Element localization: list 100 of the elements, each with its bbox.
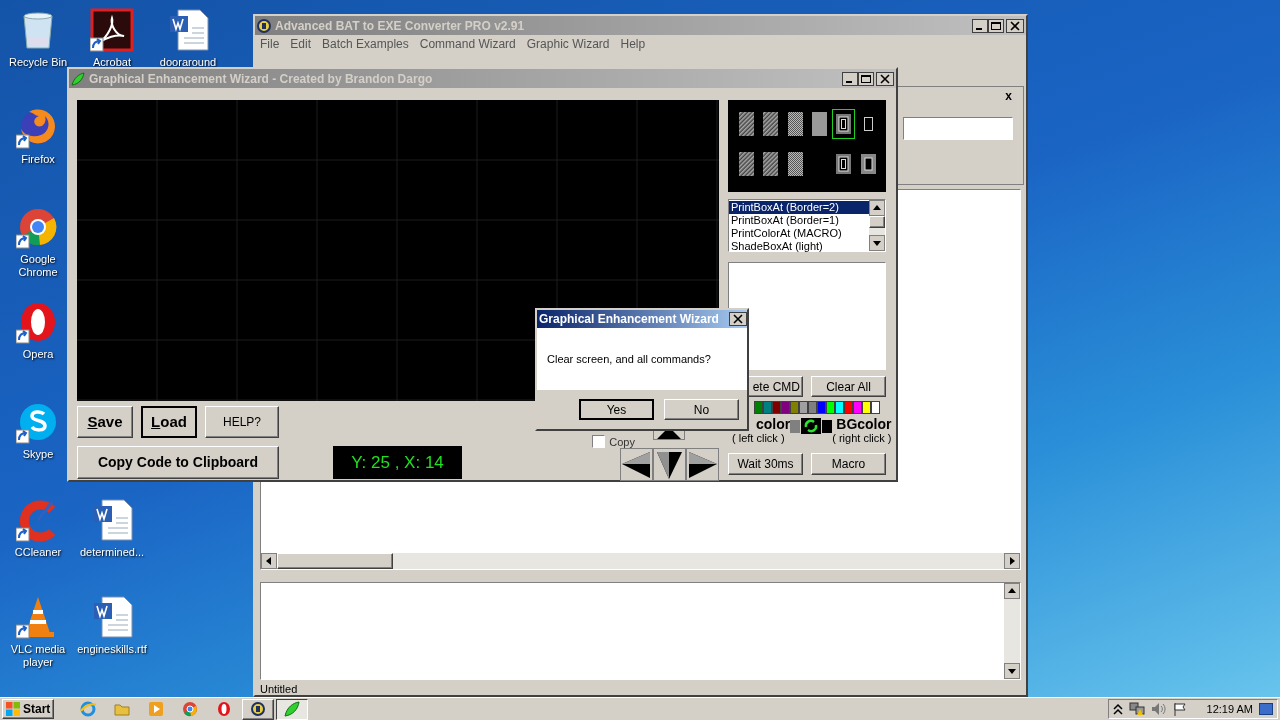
list-item[interactable]: ShadeBoxAt (light) (729, 240, 869, 253)
expand-icon[interactable] (1113, 703, 1123, 715)
save-button[interactable]: Save (77, 406, 133, 438)
left-arrow-button[interactable] (620, 448, 653, 481)
volume-icon[interactable] (1151, 702, 1167, 716)
desktop-icon-label[interactable]: engineskills.rtf (77, 643, 147, 656)
color-label: BGcolor (836, 417, 892, 432)
play-icon (148, 701, 165, 717)
color-swatch[interactable] (799, 401, 808, 414)
close-button[interactable] (876, 71, 894, 86)
desktop-icon-label[interactable]: Acrobat (93, 56, 131, 69)
down-arrow-button[interactable] (653, 448, 686, 481)
windows-logo-icon (6, 702, 20, 716)
swap-colors-icon[interactable] (801, 418, 822, 434)
list-item[interactable]: PrintBoxAt (Border=1) (729, 214, 869, 227)
flag-icon[interactable] (1173, 702, 1187, 716)
gear-icon (250, 701, 267, 717)
menu-item[interactable]: File (260, 35, 280, 53)
close-button[interactable] (728, 312, 747, 326)
color-swatch[interactable] (754, 401, 763, 414)
folder-icon (114, 701, 131, 717)
right-arrow-button[interactable] (686, 448, 719, 481)
app-icon[interactable] (90, 8, 134, 52)
scroll-down-button[interactable] (869, 235, 885, 251)
wait-button[interactable]: Wait 30ms (728, 453, 803, 475)
clear-all-button[interactable]: Clear All (811, 376, 886, 397)
desktop-icon-label[interactable]: Opera (22, 348, 54, 361)
color-swatch[interactable] (808, 401, 817, 414)
copy-code-button[interactable]: Copy Code to Clipboard (77, 446, 279, 479)
desktop-icon-label[interactable]: VLC media player (3, 643, 73, 669)
dialog-message: Clear screen, and all commands? (547, 351, 711, 367)
no-button[interactable]: No (664, 399, 739, 420)
desktop-icon-label[interactable]: dooraround (159, 56, 217, 69)
color-swatch[interactable] (772, 401, 781, 414)
desktop-icon-label[interactable]: Recycle Bin (8, 56, 68, 69)
vertical-scrollbar[interactable] (869, 200, 885, 251)
input-field[interactable] (903, 117, 1013, 140)
menu-item[interactable]: Command Wizard (419, 35, 516, 53)
menu-item[interactable]: Batch Examples (322, 35, 409, 53)
menu-item[interactable]: Edit (290, 35, 312, 53)
leaf-icon (71, 71, 85, 86)
menu-item[interactable]: Graphic Wizard (526, 35, 610, 53)
browser-icon (216, 701, 233, 717)
panel-close-button[interactable]: x (1005, 89, 1012, 103)
copy-checkbox[interactable] (592, 435, 606, 448)
scrollbar-thumb[interactable] (869, 216, 885, 228)
yes-button[interactable]: Yes (579, 399, 654, 420)
color-swatch[interactable] (871, 401, 880, 414)
maximize-button[interactable] (858, 71, 874, 86)
desktop-icon-label[interactable]: Firefox (21, 153, 55, 166)
close-button[interactable] (1006, 18, 1024, 33)
maximize-button[interactable] (988, 18, 1004, 33)
color-label: color (756, 417, 791, 432)
network-icon[interactable] (1129, 702, 1145, 716)
command-listbox[interactable]: PrintBoxAt (Border=2) PrintBoxAt (Border=1) PrintColorAt (MACRO) ShadeBoxAt (light) (728, 199, 886, 252)
window-title: Graphical Enhancement Wizard - Created by Brandon Dargo (89, 70, 433, 88)
shape-tile[interactable] (832, 109, 856, 139)
taskbar-button[interactable] (276, 698, 309, 720)
foreground-swatch[interactable] (790, 419, 801, 433)
color-swatch[interactable] (853, 401, 862, 414)
color-swatch[interactable] (781, 401, 790, 414)
vertical-scrollbar[interactable] (1004, 583, 1020, 679)
macro-button[interactable]: Macro (811, 453, 886, 475)
desktop-icon-label[interactable]: CCleaner (14, 546, 62, 559)
horizontal-scrollbar[interactable] (261, 553, 1020, 569)
minimize-button[interactable] (972, 18, 988, 33)
scroll-up-button[interactable] (1004, 583, 1020, 599)
clock-time[interactable]: 12:19 AM (1206, 700, 1253, 718)
checkbox-label: Copy (609, 435, 635, 448)
color-swatch[interactable] (826, 401, 835, 414)
status-text: Untitled (260, 683, 299, 695)
color-swatch[interactable] (817, 401, 826, 414)
scrollbar-thumb[interactable] (277, 553, 393, 569)
globe-icon (80, 701, 97, 717)
background-swatch[interactable] (822, 419, 833, 433)
help-button[interactable]: HELP? (205, 406, 279, 438)
drawing-canvas[interactable] (77, 100, 719, 401)
scroll-right-button[interactable] (1004, 553, 1020, 569)
scroll-down-button[interactable] (1004, 663, 1020, 679)
gear-icon (257, 18, 271, 33)
window-title: Advanced BAT to EXE Converter PRO v2.91 (275, 17, 525, 35)
scroll-up-button[interactable] (869, 200, 885, 216)
command-text-area[interactable] (728, 262, 886, 370)
leaf-icon (284, 701, 301, 717)
color-swatch[interactable] (763, 401, 772, 414)
start-button[interactable]: Start (2, 699, 55, 719)
list-item[interactable]: PrintColorAt (MACRO) (729, 227, 869, 240)
list-item[interactable]: PrintBoxAt (Border=2) (729, 201, 869, 214)
minimize-button[interactable] (842, 71, 858, 86)
load-button[interactable]: Load (141, 406, 197, 438)
coordinates-display: Y: 25 , X: 14 (333, 446, 462, 479)
color-swatch[interactable] (790, 401, 799, 414)
scroll-left-button[interactable] (261, 553, 277, 569)
desktop-icon-label[interactable]: Skype (22, 448, 54, 461)
desktop-icon-label[interactable]: determined... (79, 546, 145, 559)
menu-item[interactable]: Help (620, 35, 646, 53)
color-swatch[interactable] (835, 401, 844, 414)
color-swatch[interactable] (844, 401, 853, 414)
color-swatch[interactable] (862, 401, 871, 414)
hint-text: ( right click ) (832, 432, 892, 444)
